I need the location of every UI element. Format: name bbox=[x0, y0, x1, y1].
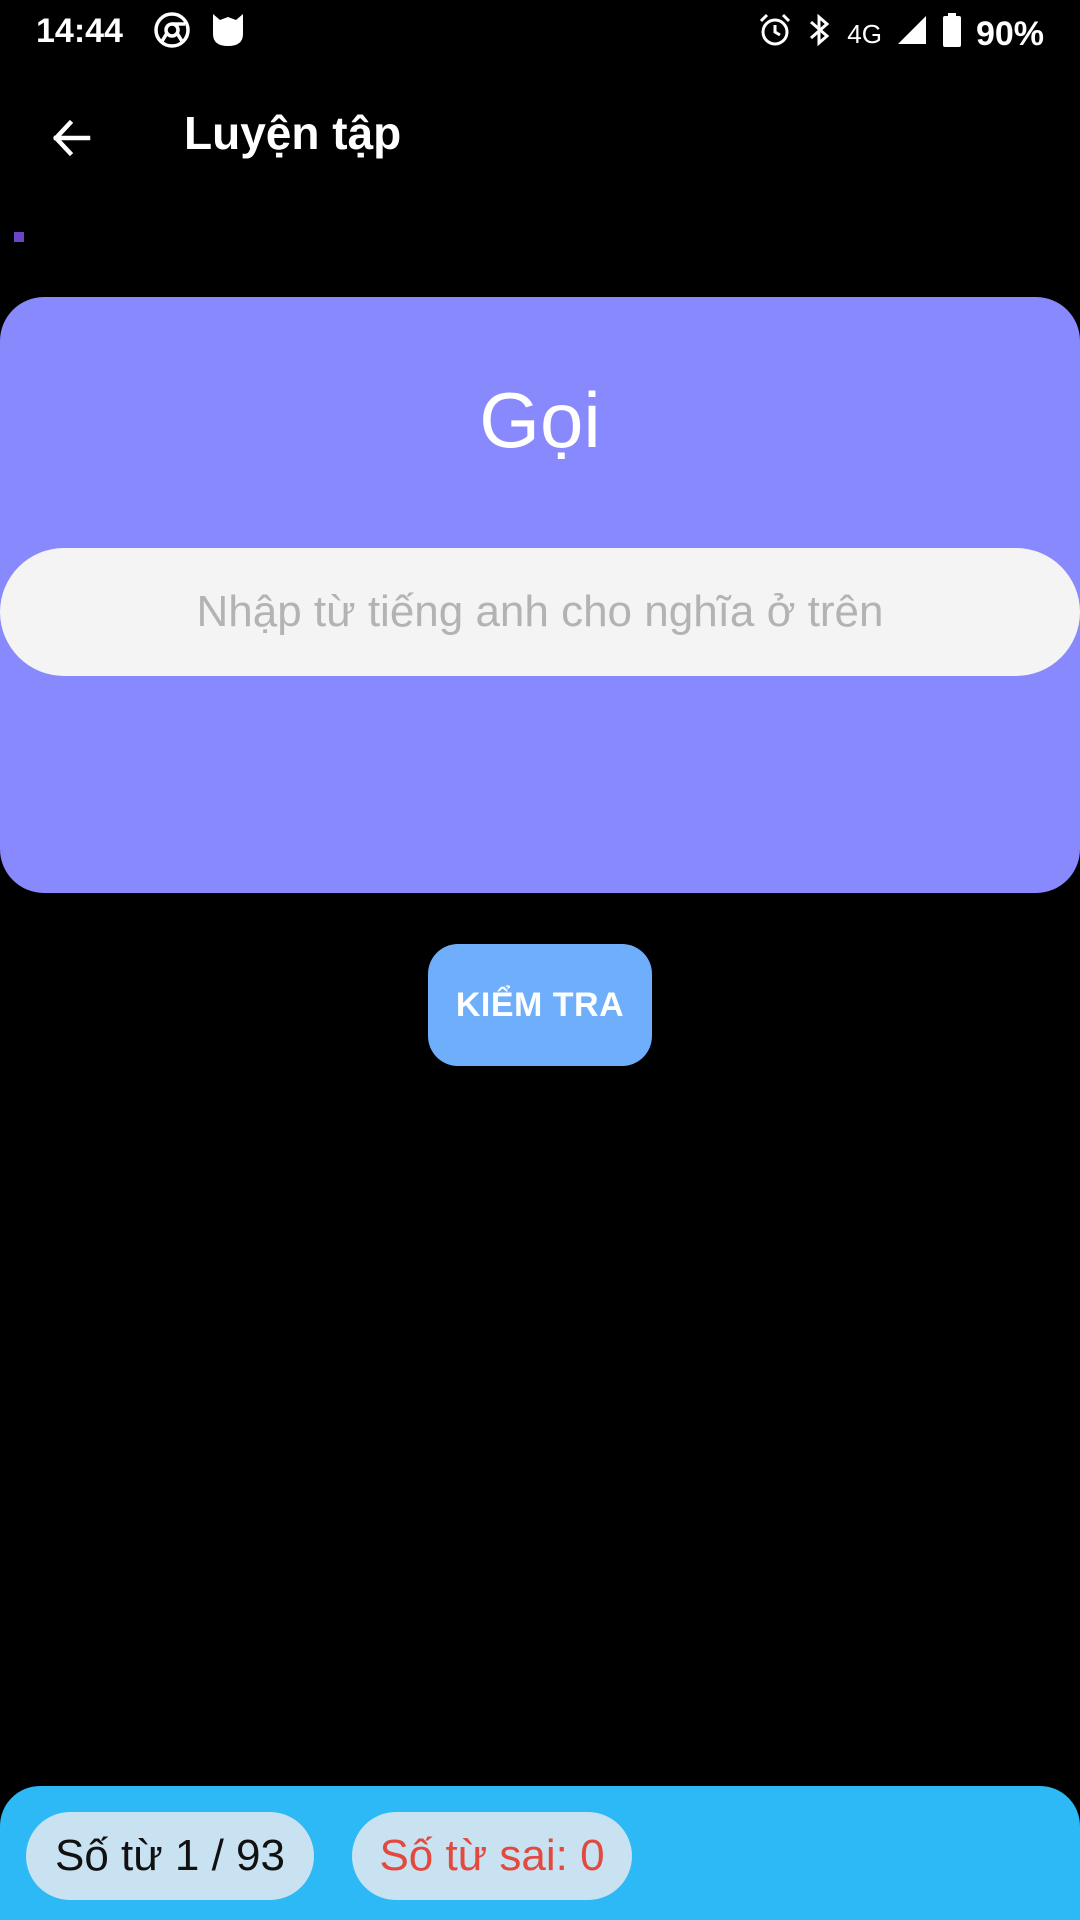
word-meaning: Gọi bbox=[479, 376, 601, 464]
app-bar: Luyện tập bbox=[0, 62, 1080, 208]
word-count-badge: Số từ 1 / 93 bbox=[26, 1812, 314, 1900]
word-card: Gọi bbox=[0, 297, 1080, 893]
battery-icon bbox=[942, 13, 962, 56]
network-type: 4G bbox=[847, 19, 882, 49]
indicator-dot bbox=[14, 232, 24, 242]
practice-screen: 14:44 4G 90% Luyện tập Gọi Nhập từ tiếng… bbox=[0, 0, 1080, 1920]
battery-percent: 90% bbox=[975, 15, 1044, 53]
answer-input[interactable] bbox=[0, 548, 1080, 676]
status-right: 4G 90% bbox=[757, 12, 1044, 57]
signal-icon bbox=[896, 14, 928, 55]
page-title: Luyện tập bbox=[184, 107, 402, 159]
check-button[interactable]: KIỂM TRA bbox=[428, 944, 652, 1066]
bluetooth-icon bbox=[807, 12, 833, 57]
back-button[interactable] bbox=[36, 102, 108, 174]
status-time: 14:44 bbox=[36, 12, 123, 50]
app-icon bbox=[210, 10, 246, 59]
chrome-icon bbox=[152, 10, 192, 59]
wrong-count-badge: Số từ sai: 0 bbox=[352, 1812, 632, 1900]
alarm-icon bbox=[757, 12, 793, 57]
status-bar: 14:44 4G 90% bbox=[0, 0, 1080, 62]
arrow-back-icon bbox=[52, 119, 91, 157]
bottom-bar: Số từ 1 / 93 Số từ sai: 0 bbox=[0, 1786, 1080, 1920]
